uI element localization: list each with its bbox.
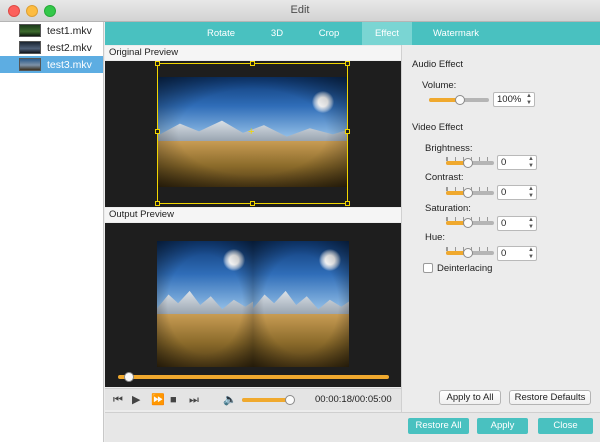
tab-effect[interactable]: Effect	[362, 22, 412, 45]
crop-handle[interactable]	[250, 61, 255, 66]
stepper-arrows-icon[interactable]: ▲ ▼	[528, 186, 534, 199]
file-list: test1.mkv test2.mkv test3.mkv	[0, 22, 104, 442]
restore-all-button[interactable]: Restore All	[408, 418, 469, 434]
deinterlacing-checkbox[interactable]	[423, 263, 433, 273]
restore-defaults-button[interactable]: Restore Defaults	[509, 390, 591, 405]
close-button[interactable]: Close	[538, 418, 593, 434]
output-video-frame-left	[157, 241, 253, 367]
saturation-label: Saturation:	[425, 203, 471, 214]
audio-volume-knob[interactable]	[455, 95, 465, 105]
tab-rotate[interactable]: Rotate	[195, 22, 247, 45]
tab-crop[interactable]: Crop	[305, 22, 353, 45]
file-name: test1.mkv	[47, 24, 92, 37]
contrast-label: Contrast:	[425, 172, 464, 183]
output-video-frame-right	[253, 241, 349, 367]
crop-handle[interactable]	[155, 201, 160, 206]
brightness-label: Brightness:	[425, 143, 473, 154]
crop-center-crosshair-icon: +	[248, 126, 255, 138]
effect-settings-panel: Audio Effect Volume: 100% ▲ ▼ Video Effec…	[401, 45, 600, 412]
saturation-stepper[interactable]: 0 ▲ ▼	[497, 216, 537, 231]
apply-button[interactable]: Apply	[477, 418, 528, 434]
stepper-arrows-icon[interactable]: ▲ ▼	[528, 156, 534, 169]
brightness-knob[interactable]	[463, 158, 473, 168]
deinterlacing-label: Deinterlacing	[437, 263, 493, 274]
contrast-knob[interactable]	[463, 188, 473, 198]
video-thumbnail-icon	[19, 41, 41, 54]
file-item-selected[interactable]: test3.mkv	[0, 56, 103, 73]
volume-stepper[interactable]: 100% ▲ ▼	[493, 92, 535, 107]
tab-3d[interactable]: 3D	[253, 22, 301, 45]
file-name: test3.mkv	[47, 58, 92, 71]
player-volume-knob[interactable]	[285, 395, 295, 405]
brightness-stepper[interactable]: 0 ▲ ▼	[497, 155, 537, 170]
volume-label: Volume:	[422, 80, 457, 91]
play-icon[interactable]: ▶	[132, 394, 140, 406]
crop-handle[interactable]	[155, 61, 160, 66]
apply-to-all-button[interactable]: Apply to All	[439, 390, 501, 405]
video-thumbnail-icon	[19, 58, 41, 71]
hue-stepper[interactable]: 0 ▲ ▼	[497, 246, 537, 261]
hue-knob[interactable]	[463, 248, 473, 258]
stepper-arrows-icon[interactable]: ▲ ▼	[526, 93, 532, 106]
output-preview-label: Output Preview	[105, 208, 401, 222]
tab-watermark[interactable]: Watermark	[425, 22, 487, 45]
video-thumbnail-icon	[19, 24, 41, 37]
skip-back-icon[interactable]: ⏮	[113, 394, 123, 406]
speaker-icon[interactable]: 🔈	[223, 394, 237, 406]
output-preview	[105, 223, 401, 387]
saturation-knob[interactable]	[463, 218, 473, 228]
audio-effect-title: Audio Effect	[412, 59, 464, 70]
playback-progress-knob[interactable]	[124, 372, 134, 382]
window-title: Edit	[290, 4, 310, 16]
contrast-value: 0	[501, 187, 507, 198]
stop-icon[interactable]: ■	[170, 394, 177, 406]
hue-value: 0	[501, 248, 507, 259]
saturation-value: 0	[501, 218, 507, 229]
playback-progress-track[interactable]	[118, 375, 389, 379]
file-item[interactable]: test1.mkv	[0, 22, 103, 39]
original-preview: +	[105, 61, 401, 207]
file-name: test2.mkv	[47, 41, 92, 54]
crop-handle[interactable]	[250, 201, 255, 206]
skip-end-icon[interactable]: ⏭	[189, 394, 199, 406]
crop-handle[interactable]	[345, 201, 350, 206]
playback-time: 00:00:18/00:05:00	[315, 394, 392, 405]
title-bar: Edit	[0, 0, 600, 22]
hue-label: Hue:	[425, 232, 446, 243]
volume-value: 100%	[497, 94, 522, 105]
bottom-action-bar: Restore All Apply Close	[105, 412, 600, 442]
video-effect-title: Video Effect	[412, 122, 463, 133]
crop-handle[interactable]	[155, 129, 160, 134]
fast-forward-icon[interactable]: ⏩	[151, 394, 165, 406]
stepper-arrows-icon[interactable]: ▲ ▼	[528, 247, 534, 260]
brightness-value: 0	[501, 157, 507, 168]
original-preview-label: Original Preview	[105, 46, 401, 60]
file-item[interactable]: test2.mkv	[0, 39, 103, 56]
crop-handle[interactable]	[345, 61, 350, 66]
player-controls: ⏮ ▶ ⏩ ■ ⏭ 🔈 00:00:18/00:05:00	[105, 388, 401, 410]
crop-handle[interactable]	[345, 129, 350, 134]
edit-tab-bar: Rotate 3D Crop Effect Watermark	[105, 22, 600, 45]
contrast-stepper[interactable]: 0 ▲ ▼	[497, 185, 537, 200]
stepper-arrows-icon[interactable]: ▲ ▼	[528, 217, 534, 230]
